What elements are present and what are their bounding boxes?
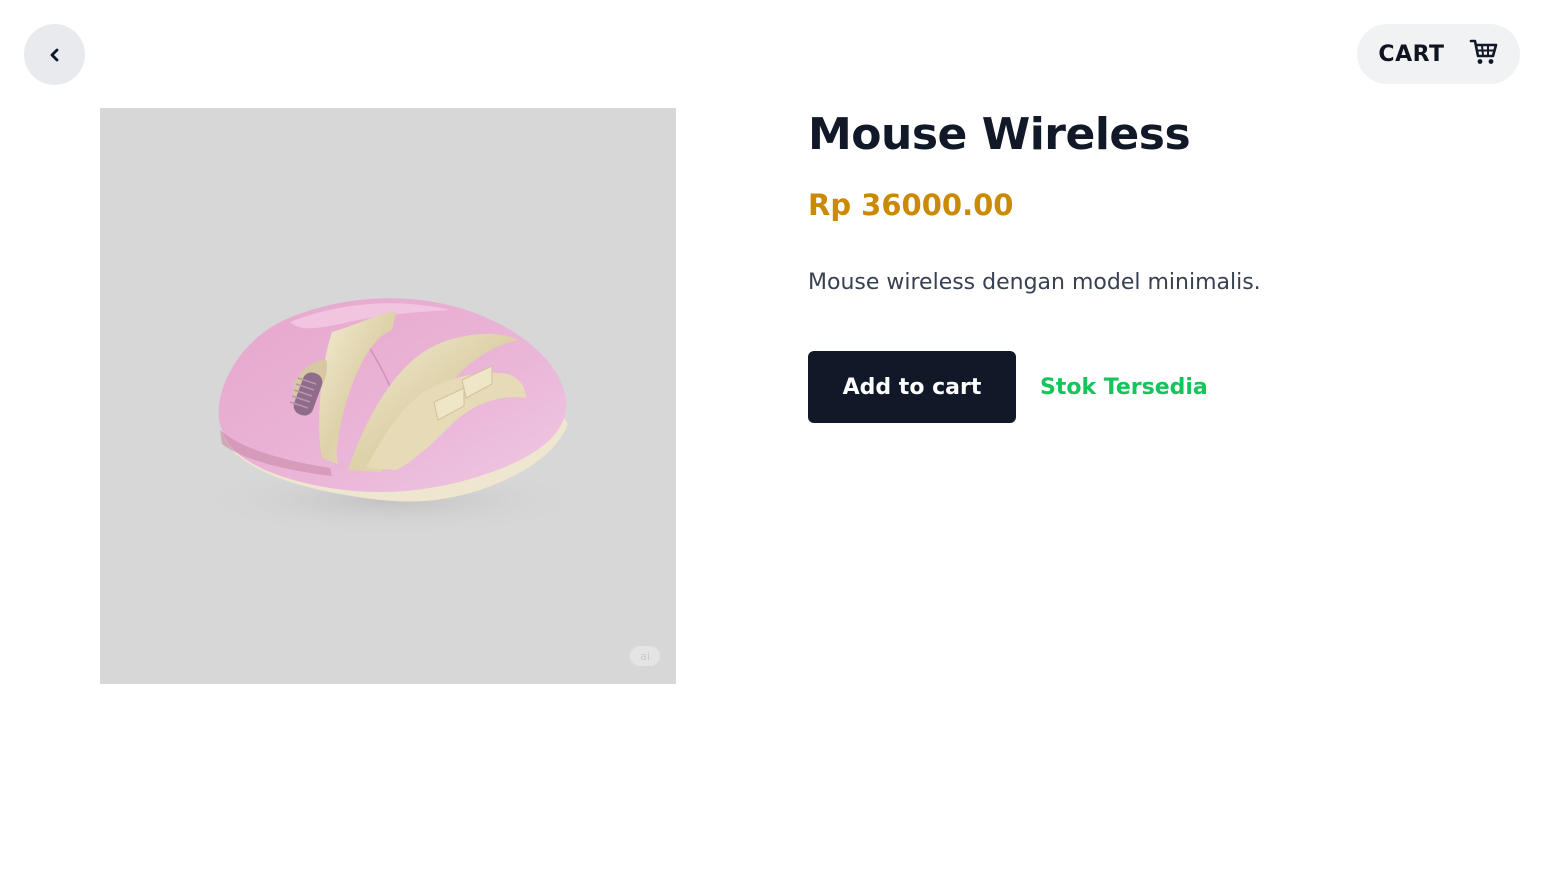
svg-text:ai: ai — [640, 650, 650, 663]
product-description: Mouse wireless dengan model minimalis. — [808, 270, 1261, 295]
product-image: ai — [100, 108, 676, 684]
shopping-cart-icon — [1469, 38, 1499, 70]
stock-status: Stok Tersedia — [1040, 374, 1208, 400]
product-detail-page: CART ai Mouse Wireless Rp 36000.00 Mouse… — [0, 0, 1544, 878]
product-price: Rp 36000.00 — [808, 188, 1014, 222]
product-actions: Add to cart Stok Tersedia — [808, 351, 1208, 423]
product-title: Mouse Wireless — [808, 109, 1191, 160]
cart-button[interactable]: CART — [1357, 24, 1520, 84]
add-to-cart-button[interactable]: Add to cart — [808, 351, 1016, 423]
back-button[interactable] — [24, 24, 85, 85]
product-info: Mouse Wireless Rp 36000.00 Mouse wireles… — [808, 108, 1508, 423]
chevron-left-icon — [48, 48, 62, 62]
cart-label: CART — [1378, 41, 1445, 67]
